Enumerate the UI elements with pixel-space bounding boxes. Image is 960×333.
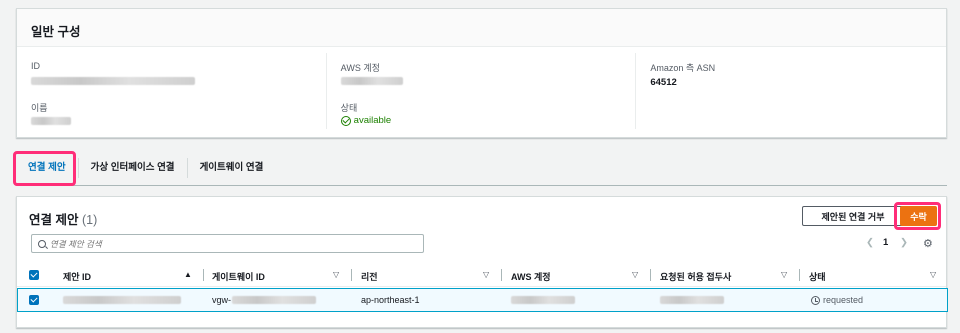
sort-icon[interactable]: ▽: [632, 270, 638, 279]
state-value: available: [340, 115, 392, 126]
search-input[interactable]: [50, 238, 410, 249]
aws-account-redacted: [511, 296, 575, 304]
table-header: 제안 ID ▲ 게이트웨이 ID ▽ 리전 ▽ AWS 계정 ▽ 요청된 허용 …: [17, 263, 946, 287]
check-circle-icon: [340, 115, 351, 126]
aws-account-redacted: [340, 77, 403, 85]
proposal-id-redacted: [63, 296, 181, 304]
col-divider: [650, 269, 651, 281]
proposals-count: (1): [81, 213, 98, 227]
col-allowed-prefixes[interactable]: 요청된 허용 접두사: [660, 270, 731, 283]
search-icon: [38, 239, 46, 248]
sort-asc-icon[interactable]: ▲: [184, 270, 192, 279]
next-page-icon[interactable]: ❯: [900, 237, 908, 248]
name-label: 이름: [31, 103, 48, 113]
connection-proposals-panel: 연결 제안 (1) 제안된 연결 거부 수락 ❮ 1 ❯ ⚙ 제안 ID ▲ 게…: [16, 196, 948, 328]
proposals-title-text: 연결 제안: [29, 213, 79, 227]
id-value-redacted: [31, 77, 195, 85]
col-status[interactable]: 상태: [809, 270, 826, 283]
gateway-id-redacted: [232, 296, 316, 304]
asn-value: 64512: [650, 77, 677, 88]
tab-bar: 연결 제안 가상 인터페이스 연결 게이트웨이 연결: [16, 150, 947, 186]
id-label: ID: [31, 61, 40, 71]
col-divider: [203, 269, 204, 281]
aws-account-label: AWS 계정: [340, 63, 380, 73]
col-account-state: AWS 계정 상태 available: [327, 53, 637, 129]
row-status-text: requested: [823, 295, 864, 305]
state-label: 상태: [340, 103, 358, 113]
clock-icon: [811, 295, 820, 305]
page-number[interactable]: 1: [883, 237, 888, 248]
gear-icon[interactable]: ⚙: [923, 237, 933, 250]
select-all-checkbox[interactable]: [29, 270, 39, 280]
prev-page-icon[interactable]: ❮: [866, 237, 874, 248]
reject-proposal-button[interactable]: 제안된 연결 거부: [802, 206, 904, 226]
col-asn: Amazon 측 ASN 64512: [636, 53, 946, 129]
col-gateway-id[interactable]: 게이트웨이 ID: [212, 270, 265, 283]
name-value-redacted: [31, 117, 71, 125]
general-config-title: 일반 구성: [17, 9, 946, 47]
prefixes-redacted: [660, 296, 724, 304]
col-divider: [501, 269, 502, 281]
region-value: ap-northeast-1: [361, 295, 420, 305]
sort-icon[interactable]: ▽: [333, 270, 339, 279]
asn-label: Amazon 측 ASN: [650, 63, 716, 73]
row-checkbox[interactable]: [29, 295, 39, 305]
col-id-name: ID 이름: [17, 53, 327, 129]
sort-icon[interactable]: ▽: [781, 270, 787, 279]
col-region[interactable]: 리전: [361, 270, 378, 283]
row-status: requested: [811, 295, 863, 305]
tab-virtual-interface-attachments[interactable]: 가상 인터페이스 연결: [79, 157, 188, 178]
search-box[interactable]: [31, 234, 424, 253]
col-aws-account[interactable]: AWS 계정: [511, 270, 551, 283]
proposals-title: 연결 제안 (1): [29, 209, 97, 228]
tab-highlight-annotation: [13, 151, 76, 186]
tab-gateway-associations[interactable]: 게이트웨이 연결: [188, 158, 276, 178]
col-proposal-id[interactable]: 제안 ID: [63, 270, 91, 283]
table-row[interactable]: vgw- ap-northeast-1 requested: [17, 288, 948, 312]
col-divider: [351, 269, 352, 281]
gateway-id-prefix: vgw-: [212, 295, 232, 305]
col-divider: [799, 269, 800, 281]
sort-icon[interactable]: ▽: [483, 270, 489, 279]
state-text: available: [353, 115, 392, 126]
general-config-panel: 일반 구성 ID 이름 AWS 계정 상태 available Amazon 측…: [16, 8, 947, 138]
accept-highlight-annotation: [894, 202, 941, 230]
sort-icon[interactable]: ▽: [930, 270, 936, 279]
